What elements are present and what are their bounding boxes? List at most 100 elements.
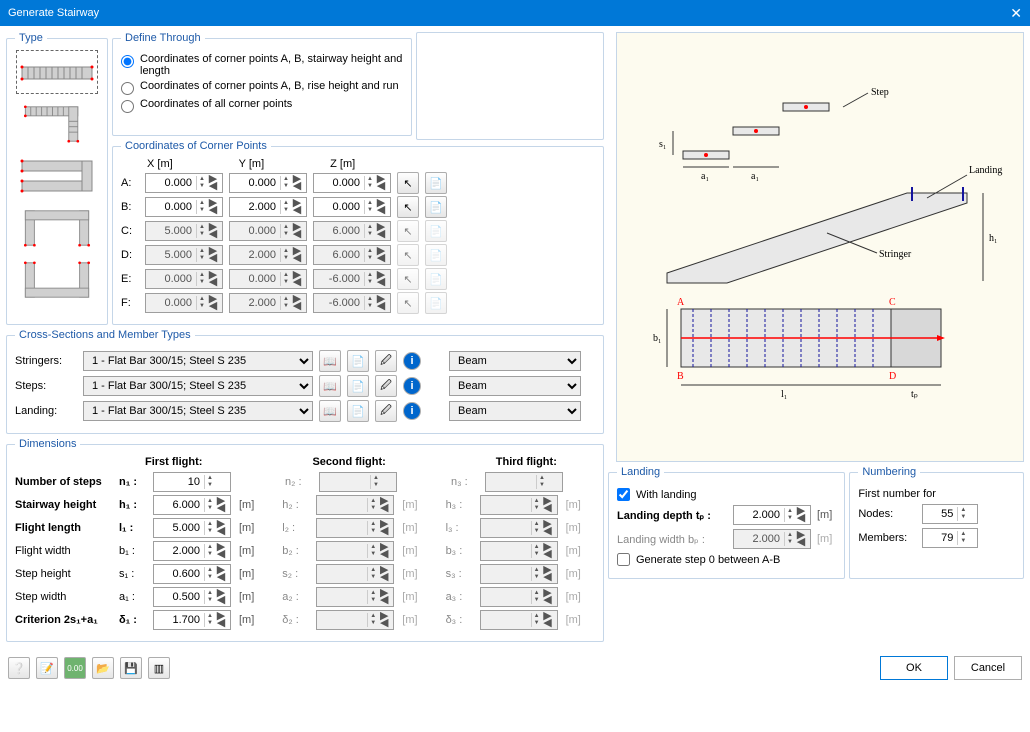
dim-input: ▲▼▶◀ bbox=[316, 518, 394, 538]
units-icon[interactable]: 0.00 bbox=[64, 657, 86, 679]
folder-icon[interactable]: 📄 bbox=[425, 196, 447, 218]
coord-input: ▲▼▶◀ bbox=[145, 269, 223, 289]
landing-depth-input[interactable]: ▲▼▶◀ bbox=[733, 505, 811, 525]
library-icon[interactable]: 📖 bbox=[319, 400, 341, 422]
folder-icon: 📄 bbox=[425, 220, 447, 242]
dim-input: ▲▼▶◀ bbox=[316, 495, 394, 515]
library-icon[interactable]: 📖 bbox=[319, 350, 341, 372]
coord-input[interactable]: ▲▼▶◀ bbox=[313, 197, 391, 217]
dim-input: ▲▼▶◀ bbox=[480, 518, 558, 538]
svg-text:h₁: h₁ bbox=[989, 233, 998, 244]
info-icon[interactable]: i bbox=[403, 402, 421, 420]
pick-icon[interactable]: ↖ bbox=[397, 196, 419, 218]
coord-input: ▲▼▶◀ bbox=[229, 293, 307, 313]
folder-icon[interactable]: 📄 bbox=[425, 172, 447, 194]
save-icon[interactable]: 💾 bbox=[120, 657, 142, 679]
cross-sections-group: Cross-Sections and Member Types Stringer… bbox=[6, 329, 604, 434]
stringers-profile[interactable]: 1 - Flat Bar 300/15; Steel S 235 bbox=[83, 351, 313, 371]
svg-text:a₁: a₁ bbox=[701, 171, 709, 182]
help-icon[interactable]: ❔ bbox=[8, 657, 30, 679]
landing-profile[interactable]: 1 - Flat Bar 300/15; Steel S 235 bbox=[83, 401, 313, 421]
landing-group: Landing With landing Landing depth tₚ :▲… bbox=[608, 466, 845, 579]
dim-input: ▲▼▶◀ bbox=[480, 610, 558, 630]
info-icon[interactable]: i bbox=[403, 377, 421, 395]
coord-input: ▲▼▶◀ bbox=[145, 221, 223, 241]
dim-input[interactable]: ▲▼▶◀ bbox=[153, 495, 231, 515]
titlebar: Generate Stairway ✕ bbox=[0, 0, 1030, 26]
nodes-number-input[interactable]: ▲▼ bbox=[922, 504, 978, 524]
coord-input: ▲▼▶◀ bbox=[313, 221, 391, 241]
library-icon[interactable]: 📖 bbox=[319, 375, 341, 397]
coord-input: ▲▼▶◀ bbox=[313, 269, 391, 289]
note-icon[interactable]: 📝 bbox=[36, 657, 58, 679]
pick-icon: ↖ bbox=[397, 244, 419, 266]
dim-input[interactable]: ▲▼▶◀ bbox=[153, 564, 231, 584]
stair-type-2[interactable] bbox=[16, 102, 98, 146]
landing-width-input: ▲▼▶◀ bbox=[733, 529, 811, 549]
with-landing-check[interactable] bbox=[617, 488, 630, 501]
svg-text:s₁: s₁ bbox=[659, 139, 666, 150]
svg-text:tₚ: tₚ bbox=[911, 389, 918, 400]
coord-input: ▲▼▶◀ bbox=[229, 221, 307, 241]
coord-input[interactable]: ▲▼▶◀ bbox=[229, 197, 307, 217]
coords-group: Coordinates of Corner Points X [m] Y [m]… bbox=[112, 140, 604, 325]
open-icon[interactable]: 📂 bbox=[92, 657, 114, 679]
stair-type-5[interactable] bbox=[16, 258, 98, 302]
dim-input: ▲▼▶◀ bbox=[316, 564, 394, 584]
svg-text:l₁: l₁ bbox=[781, 389, 787, 400]
type-legend: Type bbox=[15, 32, 47, 44]
steps-mtype[interactable]: Beam bbox=[449, 376, 581, 396]
new-icon[interactable]: 📄 bbox=[347, 350, 369, 372]
edit-icon[interactable]: 🖉 bbox=[375, 375, 397, 397]
svg-text:Landing: Landing bbox=[969, 165, 1002, 176]
edit-icon[interactable]: 🖉 bbox=[375, 400, 397, 422]
define-opt3[interactable] bbox=[121, 100, 134, 113]
svg-text:C: C bbox=[889, 297, 896, 308]
define-opt1[interactable] bbox=[121, 55, 134, 68]
ok-button[interactable]: OK bbox=[880, 656, 948, 680]
dim-input[interactable]: ▲▼▶◀ bbox=[153, 541, 231, 561]
define-opt2[interactable] bbox=[121, 82, 134, 95]
coord-input: ▲▼▶◀ bbox=[313, 245, 391, 265]
coord-input: ▲▼▶◀ bbox=[229, 245, 307, 265]
stair-type-3[interactable] bbox=[16, 154, 98, 198]
coord-input: ▲▼▶◀ bbox=[313, 293, 391, 313]
define-through-group: Define Through Coordinates of corner poi… bbox=[112, 32, 412, 136]
stair-type-4[interactable] bbox=[16, 206, 98, 250]
members-number-input[interactable]: ▲▼ bbox=[922, 528, 978, 548]
svg-text:b₁: b₁ bbox=[653, 333, 662, 344]
close-icon[interactable]: ✕ bbox=[1010, 5, 1022, 22]
dimensions-group: Dimensions First flight: Second flight: … bbox=[6, 438, 604, 642]
svg-text:B: B bbox=[677, 371, 684, 382]
info-icon[interactable]: i bbox=[403, 352, 421, 370]
coord-input[interactable]: ▲▼▶◀ bbox=[313, 173, 391, 193]
cancel-button[interactable]: Cancel bbox=[954, 656, 1022, 680]
coord-input[interactable]: ▲▼▶◀ bbox=[229, 173, 307, 193]
gen-step0-check[interactable] bbox=[617, 553, 630, 566]
coord-input: ▲▼▶◀ bbox=[229, 269, 307, 289]
folder-icon: 📄 bbox=[425, 244, 447, 266]
dim-input[interactable]: ▲▼▶◀ bbox=[153, 587, 231, 607]
dim-input[interactable]: ▲▼▶◀ bbox=[153, 610, 231, 630]
new-icon[interactable]: 📄 bbox=[347, 400, 369, 422]
dim-input[interactable]: ▲▼▶◀ bbox=[153, 518, 231, 538]
numbering-group: Numbering First number for Nodes:▲▼ Memb… bbox=[849, 466, 1024, 579]
edit-icon[interactable]: 🖉 bbox=[375, 350, 397, 372]
new-icon[interactable]: 📄 bbox=[347, 375, 369, 397]
settings-icon[interactable]: ▥ bbox=[148, 657, 170, 679]
steps-profile[interactable]: 1 - Flat Bar 300/15; Steel S 235 bbox=[83, 376, 313, 396]
dim-input: ▲▼▶◀ bbox=[480, 587, 558, 607]
coord-input[interactable]: ▲▼▶◀ bbox=[145, 173, 223, 193]
pick-icon[interactable]: ↖ bbox=[397, 172, 419, 194]
stair-type-1[interactable] bbox=[16, 50, 98, 94]
dim-input: ▲▼▶◀ bbox=[316, 587, 394, 607]
dim-input[interactable]: ▲▼ bbox=[153, 472, 231, 492]
stringers-mtype[interactable]: Beam bbox=[449, 351, 581, 371]
dim-input: ▲▼ bbox=[485, 472, 563, 492]
coord-input: ▲▼▶◀ bbox=[145, 245, 223, 265]
coord-input[interactable]: ▲▼▶◀ bbox=[145, 197, 223, 217]
svg-text:Step: Step bbox=[871, 87, 889, 98]
svg-text:Stringer: Stringer bbox=[879, 249, 912, 260]
svg-text:A: A bbox=[677, 297, 685, 308]
landing-mtype[interactable]: Beam bbox=[449, 401, 581, 421]
